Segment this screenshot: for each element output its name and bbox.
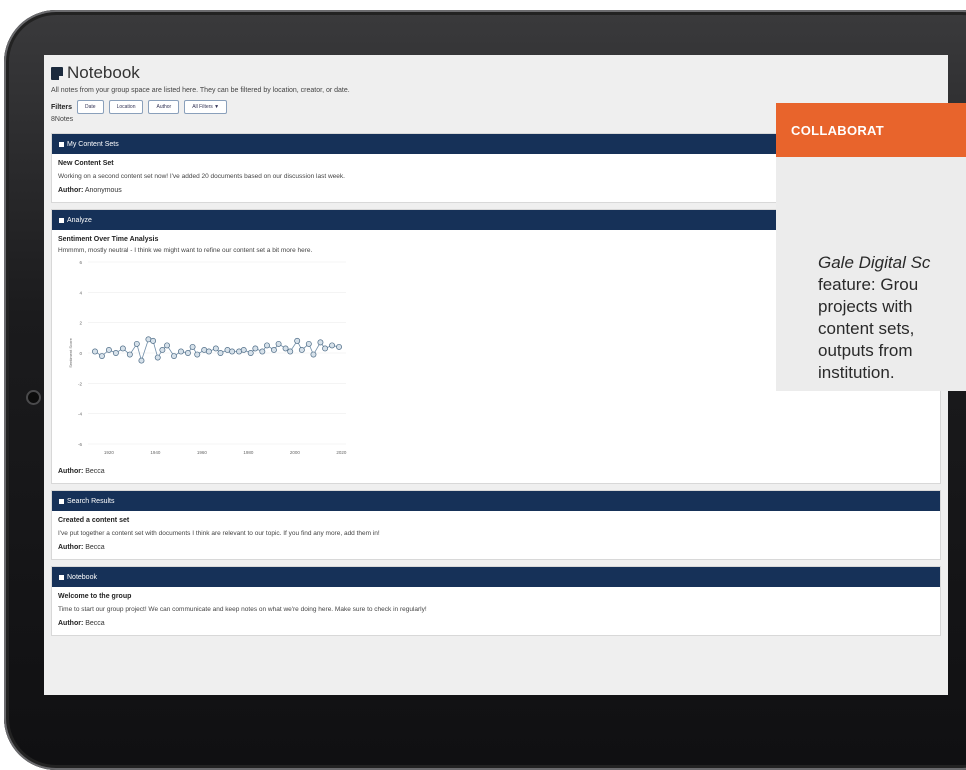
card-section-bar[interactable]: Search Results xyxy=(52,491,940,511)
data-point xyxy=(164,342,170,349)
data-point xyxy=(229,348,236,355)
data-point xyxy=(189,343,196,350)
y-tick-label: -4 xyxy=(78,412,82,417)
data-point xyxy=(92,348,98,355)
section-icon xyxy=(59,141,64,147)
data-point xyxy=(184,350,191,356)
filters-label: Filters xyxy=(51,103,73,111)
author-name: Becca xyxy=(85,620,105,627)
section-icon xyxy=(59,217,64,223)
page-description: All notes from your group space are list… xyxy=(51,87,350,94)
data-point xyxy=(322,345,329,352)
filter-author-button[interactable]: Author xyxy=(148,100,180,114)
data-point xyxy=(126,351,133,358)
callout-line: feature: Grou xyxy=(818,275,919,294)
data-point xyxy=(270,347,277,353)
data-point xyxy=(305,340,312,347)
data-point xyxy=(212,345,219,352)
data-point xyxy=(154,354,161,361)
note-heading: Welcome to the group xyxy=(58,593,132,600)
author-name: Becca xyxy=(85,468,105,475)
card-section-label: Analyze xyxy=(67,216,92,224)
data-point xyxy=(247,350,254,356)
card-section-bar[interactable]: Notebook xyxy=(52,567,940,587)
data-point xyxy=(329,342,336,349)
data-point xyxy=(138,357,145,364)
data-point xyxy=(310,351,317,358)
data-point xyxy=(282,345,289,352)
page-title: Notebook xyxy=(51,63,941,83)
data-point xyxy=(194,351,201,358)
callout-line: Gale Digital Sc xyxy=(818,252,966,274)
y-tick-label: 4 xyxy=(79,290,82,295)
callout-line: content sets, xyxy=(818,319,915,338)
data-point xyxy=(133,340,140,347)
x-tick-label: 1980 xyxy=(243,450,254,455)
data-point xyxy=(336,343,342,350)
data-point xyxy=(217,350,224,356)
section-icon xyxy=(59,498,64,504)
callout-line: projects with xyxy=(818,297,913,316)
author-label: Author: xyxy=(58,620,84,627)
data-point xyxy=(98,353,105,359)
callout-line: institution. xyxy=(818,363,895,382)
card-section-label: Search Results xyxy=(67,497,115,505)
note-text: I've put together a content set with doc… xyxy=(58,530,380,537)
data-point xyxy=(259,348,266,355)
y-tick-label: 6 xyxy=(79,260,82,265)
author-label: Author: xyxy=(58,187,84,194)
note-text: Time to start our group project! We can … xyxy=(58,606,427,613)
data-point xyxy=(178,348,184,355)
feature-callout: Gale Digital Sc feature: Grou projects w… xyxy=(776,157,966,391)
y-tick-label: -6 xyxy=(78,442,82,447)
note-author: Author: Becca xyxy=(58,544,934,551)
data-point xyxy=(298,347,305,353)
filter-location-button[interactable]: Location xyxy=(108,100,144,114)
data-point xyxy=(150,337,157,344)
all-filters-button[interactable]: All Filters ▼ xyxy=(184,100,228,114)
note-card: Notebook Welcome to the group Time to st… xyxy=(51,566,941,636)
data-point xyxy=(159,347,166,353)
data-point xyxy=(240,347,247,353)
note-card: Search Results Created a content set I'v… xyxy=(51,490,941,560)
x-tick-label: 1920 xyxy=(104,450,115,455)
sentiment-chart: 6 4 2 0 -2 -4 -6 1920 1940 1960 1980 2000 2020 Sentim… xyxy=(68,260,347,455)
data-point xyxy=(287,348,294,355)
collaborate-banner: COLLABORAT xyxy=(776,103,966,157)
y-tick-label: -2 xyxy=(78,381,82,386)
page-title-text: Notebook xyxy=(67,63,140,82)
note-author: Author: Becca xyxy=(58,468,934,475)
author-name: Anonymous xyxy=(84,187,122,194)
x-tick-label: 1960 xyxy=(197,450,208,455)
notebook-icon xyxy=(51,66,63,80)
callout-line: outputs from xyxy=(818,341,913,360)
data-point xyxy=(105,347,112,353)
y-axis-label: Sentiment Score xyxy=(68,337,73,367)
author-label: Author: xyxy=(58,468,84,475)
x-tick-label: 2020 xyxy=(336,450,347,455)
callout-italic: Gale Digital Sc xyxy=(818,253,931,272)
data-point xyxy=(264,342,270,349)
note-author: Author: Becca xyxy=(58,620,934,627)
author-name: Becca xyxy=(85,544,105,551)
y-tick-label: 2 xyxy=(79,321,82,326)
data-point xyxy=(317,339,324,346)
home-button[interactable] xyxy=(26,390,41,405)
data-point xyxy=(294,337,301,344)
card-section-label: My Content Sets xyxy=(67,140,119,148)
card-section-label: Notebook xyxy=(67,573,97,581)
y-tick-label: 0 xyxy=(79,351,82,356)
note-heading: Created a content set xyxy=(58,517,130,524)
data-point xyxy=(112,350,119,356)
data-point xyxy=(275,340,282,347)
data-point xyxy=(205,348,212,355)
data-point xyxy=(119,345,126,352)
data-point xyxy=(252,345,259,352)
data-point xyxy=(171,353,177,359)
filter-date-button[interactable]: Date xyxy=(77,100,104,114)
x-tick-label: 2000 xyxy=(290,450,301,455)
section-icon xyxy=(59,574,64,580)
x-tick-label: 1940 xyxy=(150,450,161,455)
author-label: Author: xyxy=(58,544,84,551)
